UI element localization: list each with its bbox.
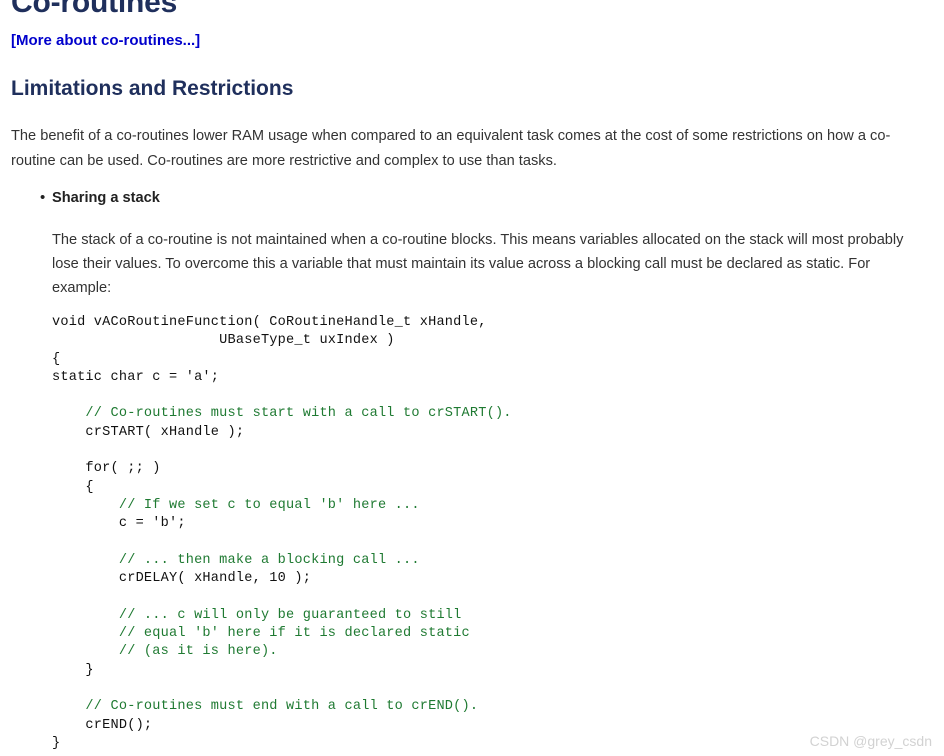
page-title-clip: Co-routines bbox=[11, 0, 177, 24]
code-line: } bbox=[52, 735, 61, 751]
code-line: static char c = 'a'; bbox=[52, 369, 220, 385]
code-line: UBaseType_t uxIndex ) bbox=[52, 333, 395, 349]
code-line: // ... then make a blocking call ... bbox=[52, 552, 420, 568]
code-line: // equal 'b' here if it is declared stat… bbox=[52, 626, 470, 642]
section-heading-limitations: Limitations and Restrictions bbox=[11, 77, 294, 100]
code-line: for( ;; ) bbox=[52, 461, 161, 477]
code-line: // If we set c to equal 'b' here ... bbox=[52, 497, 420, 513]
code-line: // Co-routines must start with a call to… bbox=[52, 406, 512, 422]
code-line: } bbox=[52, 662, 94, 678]
more-about-link-row: [More about co-routines...] bbox=[11, 31, 200, 51]
code-line: c = 'b'; bbox=[52, 516, 186, 532]
code-line: // (as it is here). bbox=[52, 644, 278, 660]
bullet-dot-icon: • bbox=[40, 189, 46, 206]
limitations-bullet-list: • Sharing a stack bbox=[0, 188, 944, 208]
code-line: // ... c will only be guaranteed to stil… bbox=[52, 607, 462, 623]
code-block-example: void vACoRoutineFunction( CoRoutineHandl… bbox=[52, 314, 512, 753]
code-line: crEND(); bbox=[52, 717, 153, 733]
csdn-watermark: CSDN @grey_csdn bbox=[809, 733, 932, 749]
sharing-a-stack-description: The stack of a co-routine is not maintai… bbox=[52, 232, 904, 296]
intro-paragraph: The benefit of a co-routines lower RAM u… bbox=[11, 128, 891, 169]
code-line: crSTART( xHandle ); bbox=[52, 424, 245, 440]
list-item-label: Sharing a stack bbox=[52, 190, 160, 206]
code-line: void vACoRoutineFunction( CoRoutineHandl… bbox=[52, 315, 487, 330]
document-page: Co-routines [More about co-routines...] … bbox=[0, 0, 944, 756]
code-line: { bbox=[52, 351, 61, 367]
more-about-co-routines-link[interactable]: [More about co-routines...] bbox=[11, 32, 200, 49]
code-line: // Co-routines must end with a call to c… bbox=[52, 699, 479, 715]
code-line: { bbox=[52, 479, 94, 495]
page-title: Co-routines bbox=[11, 0, 178, 19]
list-item: • Sharing a stack bbox=[0, 188, 944, 208]
code-line: crDELAY( xHandle, 10 ); bbox=[52, 571, 312, 587]
